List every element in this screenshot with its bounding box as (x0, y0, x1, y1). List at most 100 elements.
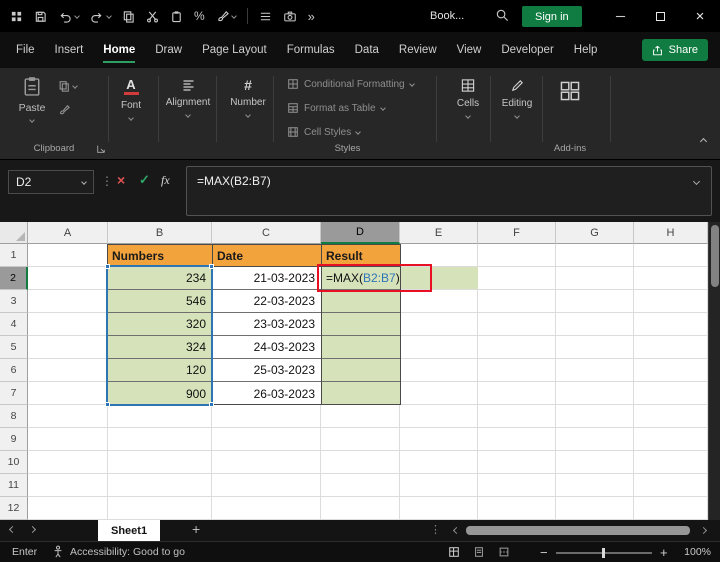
tab-data[interactable]: Data (345, 32, 389, 68)
row-header-8[interactable]: 8 (0, 405, 28, 428)
add-ins-button[interactable] (545, 80, 595, 102)
format-as-table-button[interactable]: Format as Table (287, 102, 386, 114)
row-header-7[interactable]: 7 (0, 382, 28, 405)
more-commands-icon[interactable]: » (308, 10, 315, 23)
cell-d7[interactable] (322, 382, 400, 405)
range-handle[interactable] (105, 264, 110, 269)
page-layout-view-icon[interactable] (473, 546, 485, 558)
cell-c5[interactable]: 24-03-2023 (213, 336, 321, 359)
sheet-nav-left-icon[interactable] (8, 525, 17, 534)
close-button[interactable]: × (680, 0, 720, 32)
zoom-out-button[interactable]: − (540, 545, 548, 560)
alignment-group-button[interactable]: Alignment (163, 78, 213, 118)
sheet-cells-area[interactable]: Numbers Date Result 234 546 320 324 120 … (28, 244, 708, 520)
zoom-slider[interactable] (556, 548, 652, 558)
cancel-icon[interactable]: × (117, 172, 125, 188)
list-icon[interactable] (259, 10, 272, 23)
row-header-6[interactable]: 6 (0, 359, 28, 382)
minimize-button[interactable] (600, 0, 640, 32)
col-header-c[interactable]: C (212, 222, 321, 244)
cell-d5[interactable] (322, 336, 400, 359)
row-header-12[interactable]: 12 (0, 497, 28, 520)
undo-dropdown-icon[interactable] (74, 13, 80, 19)
tab-review[interactable]: Review (389, 32, 447, 68)
horizontal-scrollbar-thumb[interactable] (466, 526, 690, 535)
percent-icon[interactable]: % (194, 10, 205, 22)
range-handle[interactable] (209, 402, 214, 407)
copy-icon[interactable] (122, 10, 135, 23)
cell-c2[interactable]: 21-03-2023 (213, 267, 321, 290)
font-group-button[interactable]: A Font (106, 77, 156, 122)
sheet-tab-sheet1[interactable]: Sheet1 (98, 520, 161, 541)
scroll-left-icon[interactable] (452, 526, 461, 535)
sign-in-button[interactable]: Sign in (522, 6, 582, 27)
tab-home[interactable]: Home (93, 32, 145, 68)
formula-input[interactable]: =MAX(B2:B7) (186, 166, 712, 216)
zoom-level[interactable]: 100% (684, 546, 711, 558)
share-button[interactable]: Share (641, 39, 708, 61)
format-painter-icon[interactable] (216, 10, 237, 23)
tab-file[interactable]: File (6, 32, 45, 68)
select-all-corner[interactable] (0, 222, 28, 244)
vertical-scrollbar[interactable] (708, 222, 720, 520)
expand-formula-bar-icon[interactable] (692, 177, 701, 186)
col-header-a[interactable]: A (28, 222, 108, 244)
ribbon-copy-icon[interactable] (58, 80, 78, 92)
cells-group-button[interactable]: Cells (443, 78, 493, 119)
range-handle[interactable] (209, 264, 214, 269)
col-header-g[interactable]: G (556, 222, 634, 244)
cell-d4[interactable] (322, 313, 400, 336)
number-group-button[interactable]: # Number (223, 78, 273, 118)
editing-group-button[interactable]: Editing (492, 78, 542, 119)
tab-page-layout[interactable]: Page Layout (192, 32, 277, 68)
horizontal-scrollbar[interactable] (452, 525, 708, 536)
tab-draw[interactable]: Draw (145, 32, 192, 68)
cell-c3[interactable]: 22-03-2023 (213, 290, 321, 313)
scroll-right-icon[interactable] (699, 526, 708, 535)
col-header-e[interactable]: E (400, 222, 478, 244)
sheet-nav-right-icon[interactable] (28, 525, 37, 534)
cell-b1[interactable]: Numbers (107, 244, 213, 267)
add-sheet-button[interactable]: + (192, 521, 200, 537)
tab-view[interactable]: View (447, 32, 492, 68)
cell-styles-button[interactable]: Cell Styles (287, 126, 362, 138)
tab-developer[interactable]: Developer (491, 32, 563, 68)
col-header-b[interactable]: B (108, 222, 212, 244)
col-header-d[interactable]: D (321, 222, 400, 244)
paste-button[interactable]: Paste (10, 76, 54, 123)
col-header-h[interactable]: H (634, 222, 708, 244)
cell-d6[interactable] (322, 359, 400, 382)
insert-function-icon[interactable]: fx (161, 173, 170, 188)
zoom-slider-thumb[interactable] (602, 548, 605, 558)
range-handle[interactable] (105, 402, 110, 407)
conditional-formatting-button[interactable]: Conditional Formatting (287, 78, 415, 90)
redo-dropdown-icon[interactable] (106, 13, 112, 19)
enter-icon[interactable]: ✓ (139, 172, 150, 188)
vertical-scrollbar-thumb[interactable] (711, 225, 719, 287)
app-menu-icon[interactable] (10, 10, 23, 23)
camera-icon[interactable] (283, 10, 297, 23)
cell-d3[interactable] (322, 290, 400, 313)
row-header-4[interactable]: 4 (0, 313, 28, 336)
row-header-11[interactable]: 11 (0, 474, 28, 497)
row-header-3[interactable]: 3 (0, 290, 28, 313)
paste-icon[interactable] (170, 10, 183, 23)
tab-formulas[interactable]: Formulas (277, 32, 345, 68)
save-icon[interactable] (34, 10, 47, 23)
ribbon-format-painter-icon[interactable] (58, 104, 70, 116)
col-header-f[interactable]: F (478, 222, 556, 244)
cell-c6[interactable]: 25-03-2023 (213, 359, 321, 382)
undo-button[interactable] (58, 10, 80, 23)
tab-help[interactable]: Help (564, 32, 608, 68)
paste-dropdown-icon[interactable] (29, 117, 35, 123)
page-break-view-icon[interactable] (498, 546, 510, 558)
name-box-dropdown-icon[interactable] (81, 179, 87, 185)
tab-bar-handle-icon[interactable]: ⋮ (430, 523, 441, 536)
tab-insert[interactable]: Insert (45, 32, 94, 68)
row-header-1[interactable]: 1 (0, 244, 28, 267)
format-painter-dropdown-icon[interactable] (230, 13, 237, 19)
cell-c7[interactable]: 26-03-2023 (213, 382, 321, 405)
cell-c1[interactable]: Date (212, 244, 322, 267)
redo-button[interactable] (90, 10, 112, 23)
cut-icon[interactable] (146, 10, 159, 23)
